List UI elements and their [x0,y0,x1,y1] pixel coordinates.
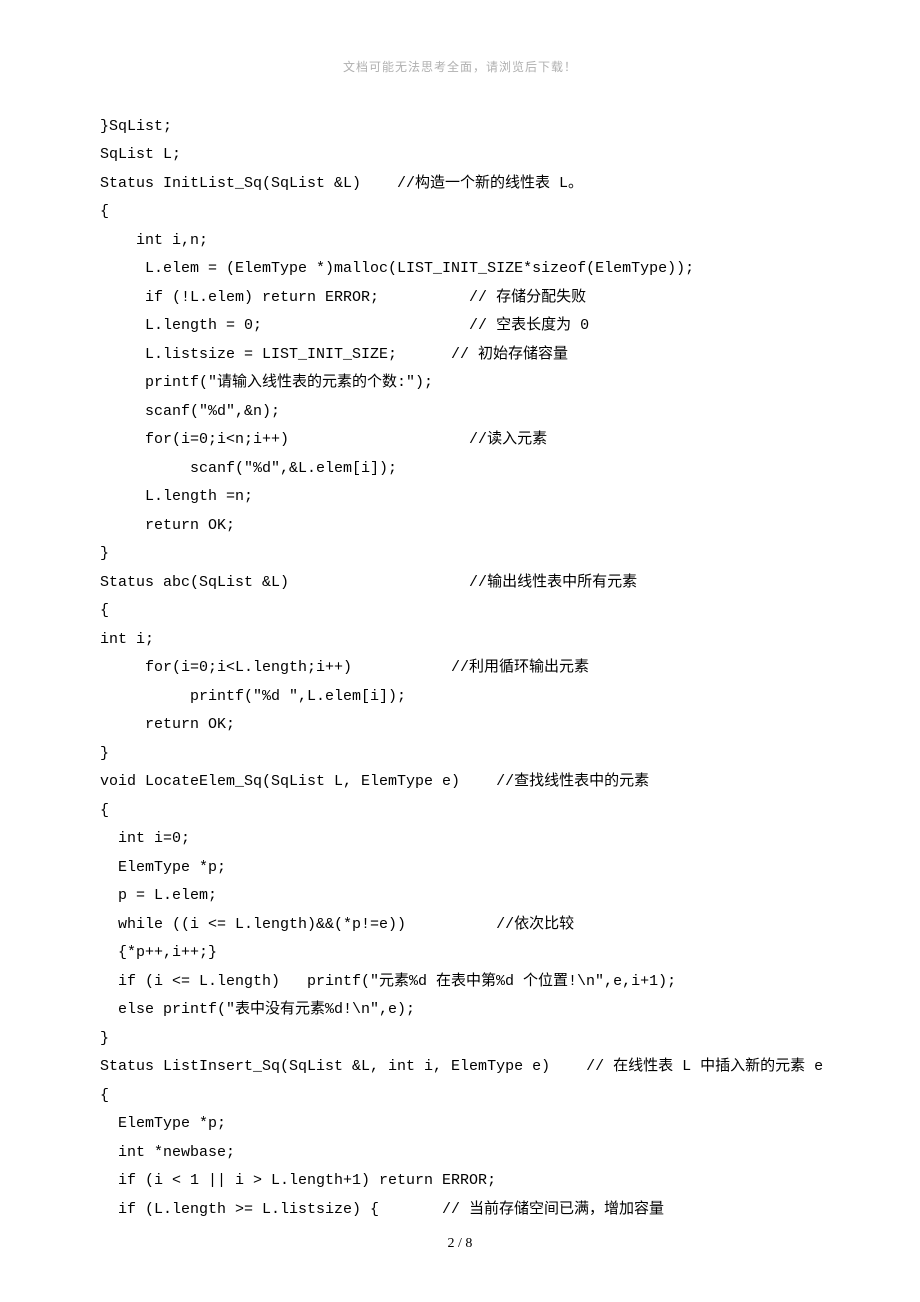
code-block: }SqList; SqList L; Status InitList_Sq(Sq… [100,113,820,1225]
header-note: 文档可能无法思考全面，请浏览后下载！ [100,56,820,79]
document-page: 文档可能无法思考全面，请浏览后下载！ }SqList; SqList L; St… [0,0,920,1302]
page-number: 2 / 8 [0,1231,920,1258]
